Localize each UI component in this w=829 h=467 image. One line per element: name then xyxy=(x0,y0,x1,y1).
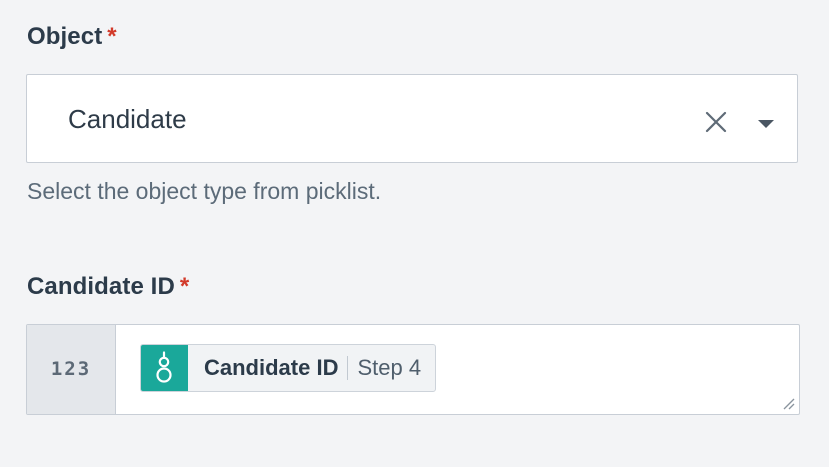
candidate-id-field-label: Candidate ID * xyxy=(27,273,189,301)
object-label-text: Object xyxy=(27,23,103,50)
required-asterisk: * xyxy=(179,273,190,300)
required-asterisk: * xyxy=(107,23,117,50)
datapill-separator xyxy=(347,356,349,380)
datapill-step: Step 4 xyxy=(357,355,422,380)
candidate-id-input[interactable]: 123 Candidate ID Step 4 xyxy=(26,324,800,415)
object-select-value: Candidate xyxy=(68,104,187,134)
greenhouse-icon xyxy=(141,345,188,391)
object-field-hint: Select the object type from picklist. xyxy=(27,178,382,204)
candidate-id-datapill[interactable]: Candidate ID Step 4 xyxy=(140,344,437,392)
object-select[interactable]: Candidate xyxy=(26,74,798,163)
caret-down-icon[interactable] xyxy=(757,117,775,129)
type-badge-text: 123 xyxy=(50,358,92,380)
resize-handle-icon[interactable] xyxy=(781,396,795,410)
candidate-id-label-text: Candidate ID xyxy=(27,273,175,300)
clear-icon[interactable] xyxy=(705,111,727,133)
integer-type-badge: 123 xyxy=(27,325,116,414)
datapill-label: Candidate ID xyxy=(204,355,339,380)
object-field-label: Object * xyxy=(27,23,117,51)
